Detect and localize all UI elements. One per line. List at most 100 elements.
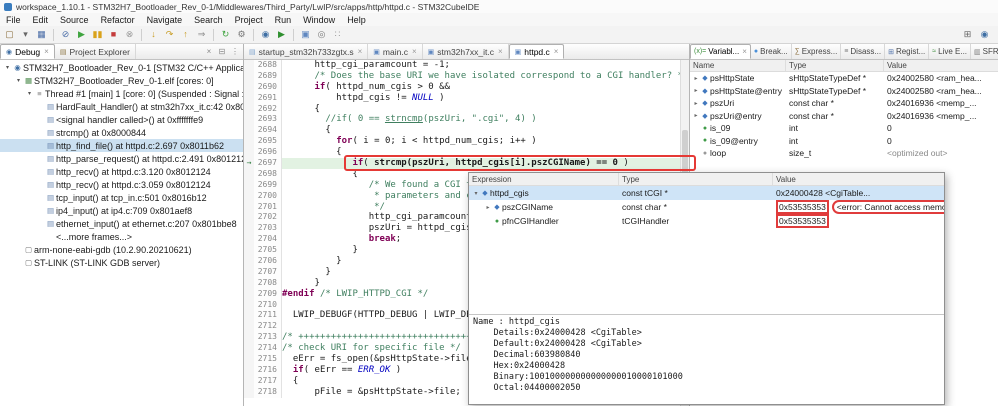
tab-sfrs[interactable]: ▥SFRs xyxy=(971,44,998,59)
debug-tree-item[interactable]: ▾ ◉ STM32H7_Bootloader_Rev_0-1 [STM32 C/C+… xyxy=(0,61,243,74)
debug-tree-item[interactable]: ▢ arm-none-eabi-gdb (10.2.90.20210621) xyxy=(0,243,243,256)
expander-icon[interactable]: ▾ xyxy=(14,77,23,84)
terminate-icon[interactable]: ■ xyxy=(106,27,121,42)
popup-row[interactable]: ● pfnCGIHandler tCGIHandler 0x53535353 xyxy=(469,214,944,228)
code-line[interactable]: 2690 if( httpd_num_cgis > 0 && xyxy=(244,81,689,93)
code-line[interactable]: → 2697 if( strcmp(pszUri, httpd_cgis[i].p… xyxy=(244,158,689,169)
close-icon[interactable]: × xyxy=(412,47,417,56)
menu-project[interactable]: Project xyxy=(229,15,269,25)
step-over-icon[interactable]: ↷ xyxy=(162,27,177,42)
debug-tree-item[interactable]: ▤ ip4_input() at ip4.c:709 0x801aef8 xyxy=(0,204,243,217)
disconnect-icon[interactable]: ⊗ xyxy=(122,27,137,42)
popup-row[interactable]: ▾ ◆ httpd_cgis const tCGI * 0x24000428 <CgiT… xyxy=(469,186,944,200)
new-dropdown-icon[interactable]: ▾ xyxy=(18,27,33,42)
expander-icon[interactable]: ▸ xyxy=(692,100,700,107)
column-header-name[interactable]: Name xyxy=(690,60,786,71)
debug-launch-icon[interactable]: ◉ xyxy=(258,27,273,42)
debug-tree-item[interactable]: <...more frames...> xyxy=(0,230,243,243)
menu-refactor[interactable]: Refactor xyxy=(95,15,141,25)
tab-break[interactable]: ● Break... xyxy=(751,44,792,59)
debug-tree-item[interactable]: ▤ http_find_file() at httpd.c:2.697 0x801… xyxy=(0,139,243,152)
editor-tab-main-c[interactable]: ▣ main.c × xyxy=(368,44,423,59)
menu-edit[interactable]: Edit xyxy=(27,15,55,25)
expander-icon[interactable]: ▸ xyxy=(692,112,700,119)
save-icon[interactable]: ▦ xyxy=(34,27,49,42)
variable-row[interactable]: ▸ ◆ psHttpState@entry sHttpStateTypeDef * 0x… xyxy=(690,85,998,98)
view-menu-icon[interactable]: ⋮ xyxy=(229,44,241,59)
open-perspective-icon[interactable]: ⊞ xyxy=(960,27,975,42)
annotations-icon[interactable]: ∷ xyxy=(330,27,345,42)
expander-icon[interactable]: ▾ xyxy=(25,90,34,97)
step-return-icon[interactable]: ↑ xyxy=(178,27,193,42)
close-icon[interactable]: × xyxy=(358,47,363,56)
menu-window[interactable]: Window xyxy=(297,15,341,25)
variable-row[interactable]: ● is_09 int 0 xyxy=(690,122,998,135)
column-header-type[interactable]: Type xyxy=(786,60,884,71)
menu-run[interactable]: Run xyxy=(269,15,298,25)
close-icon[interactable]: × xyxy=(44,47,49,56)
debug-tree-item[interactable]: ▾ ▦ STM32H7_Bootloader_Rev_0-1.elf [cores:… xyxy=(0,74,243,87)
tab-live-e[interactable]: ≈ Live E... xyxy=(929,44,972,59)
code-line[interactable]: 2689 /* Does the base URI we have isolat… xyxy=(244,70,689,82)
debug-tree-item[interactable]: ▤ tcp_input() at tcp_in.c:501 0x8016b12 xyxy=(0,191,243,204)
debug-tree-item[interactable]: ▤ strcmp() at 0x8000844 xyxy=(0,126,243,139)
expander-icon[interactable]: ▸ xyxy=(484,204,492,211)
editor-tab-httpd-c[interactable]: ▣ httpd.c × xyxy=(508,44,565,59)
code-line[interactable]: 2692 { xyxy=(244,103,689,115)
tab-disass[interactable]: ≡ Disass... xyxy=(841,44,886,59)
debug-tree-item[interactable]: ▤ HardFault_Handler() at stm32h7xx_it.c:4… xyxy=(0,100,243,113)
expander-icon[interactable]: ▸ xyxy=(692,75,700,82)
step-into-icon[interactable]: ↓ xyxy=(146,27,161,42)
variable-row[interactable]: ● loop size_t <optimized out> xyxy=(690,147,998,160)
new-icon[interactable]: ▢ xyxy=(2,27,17,42)
editor-tab-startup-stm32h733zgtx-s[interactable]: ▤ startup_stm32h733zgtx.s × xyxy=(244,44,369,59)
close-icon[interactable]: × xyxy=(498,47,503,56)
expander-icon[interactable]: ▾ xyxy=(472,190,480,197)
debug-tree-item[interactable]: ▢ ST-LINK (ST-LINK GDB server) xyxy=(0,256,243,269)
variable-row[interactable]: ▸ ◆ pszUri const char * 0x24016936 <memp_... xyxy=(690,97,998,110)
new-source-file-icon[interactable]: ▣ xyxy=(298,27,313,42)
menu-navigate[interactable]: Navigate xyxy=(141,15,189,25)
debug-perspective-icon[interactable]: ◉ xyxy=(977,27,992,42)
search-icon[interactable]: ◎ xyxy=(314,27,329,42)
debug-tree-item[interactable]: ▾ ≡ Thread #1 [main] 1 [core: 0] (Suspende… xyxy=(0,87,243,100)
code-line[interactable]: 2691 httpd_cgis != NULL ) xyxy=(244,92,689,104)
variable-row[interactable]: ▸ ◆ psHttpState sHttpStateTypeDef * 0x240025… xyxy=(690,72,998,85)
code-line[interactable]: 2694 { xyxy=(244,125,689,137)
resume-icon[interactable]: ▶ xyxy=(74,27,89,42)
variable-row[interactable]: ● is_09@entry int 0 xyxy=(690,135,998,148)
expander-icon[interactable]: ▾ xyxy=(3,64,12,71)
variable-row[interactable]: ▸ ◆ pszUri@entry const char * 0x24016936 <me… xyxy=(690,110,998,123)
menu-file[interactable]: File xyxy=(0,15,27,25)
debug-tree-item[interactable]: ▤ <signal handler called>() at 0xfffffffe… xyxy=(0,113,243,126)
debug-tree-item[interactable]: ▤ http_recv() at httpd.c:3.059 0x8012124 xyxy=(0,178,243,191)
debug-tree-item[interactable]: ▤ http_recv() at httpd.c:3.120 0x8012124 xyxy=(0,165,243,178)
menu-source[interactable]: Source xyxy=(54,15,95,25)
code-line[interactable]: 2695 for( i = 0; i < httpd_num_cgis; i++… xyxy=(244,136,689,148)
code-line[interactable]: 2688 http_cgi_paramcount = -1; xyxy=(244,60,689,71)
tab-regist[interactable]: ⊞ Regist... xyxy=(885,44,930,59)
suspend-icon[interactable]: ▮▮ xyxy=(90,27,105,42)
code-line[interactable]: 2696 { xyxy=(244,147,689,159)
close-icon[interactable]: × xyxy=(554,47,559,56)
debug-tree-item[interactable]: ▤ ethernet_input() at ethernet.c:207 0x80… xyxy=(0,217,243,230)
debug-tree-item[interactable]: ▤ http_parse_request() at httpd.c:2.491 0… xyxy=(0,152,243,165)
menu-help[interactable]: Help xyxy=(341,15,372,25)
expander-icon[interactable]: ▸ xyxy=(692,87,700,94)
build-icon[interactable]: ⚙ xyxy=(234,27,249,42)
popup-row[interactable]: ▸ ◆ pszCGIName const char * 0x53535353 <error… xyxy=(469,200,944,214)
tab-project-explorer[interactable]: ▤ Project Explorer xyxy=(55,44,136,59)
close-icon[interactable]: × xyxy=(742,47,747,56)
menu-search[interactable]: Search xyxy=(188,15,229,25)
tab-express[interactable]: ∑ Express... xyxy=(792,44,842,59)
instruction-stepping-icon[interactable]: ⇒ xyxy=(194,27,209,42)
code-line[interactable]: 2693 //if( 0 == strncmp(pszUri, ".cgi", … xyxy=(244,114,689,126)
skip-all-breakpoints-icon[interactable]: ⊘ xyxy=(58,27,73,42)
collapse-all-icon[interactable]: ⊟ xyxy=(216,44,228,59)
tab-debug[interactable]: ◉ Debug × xyxy=(0,44,55,59)
restart-icon[interactable]: ↻ xyxy=(218,27,233,42)
run-launch-icon[interactable]: ▶ xyxy=(274,27,289,42)
remove-all-terminated-icon[interactable]: × xyxy=(203,44,215,59)
column-header-value[interactable]: Value xyxy=(884,60,998,71)
tab-variabl[interactable]: (x)= Variabl... × xyxy=(690,44,751,59)
